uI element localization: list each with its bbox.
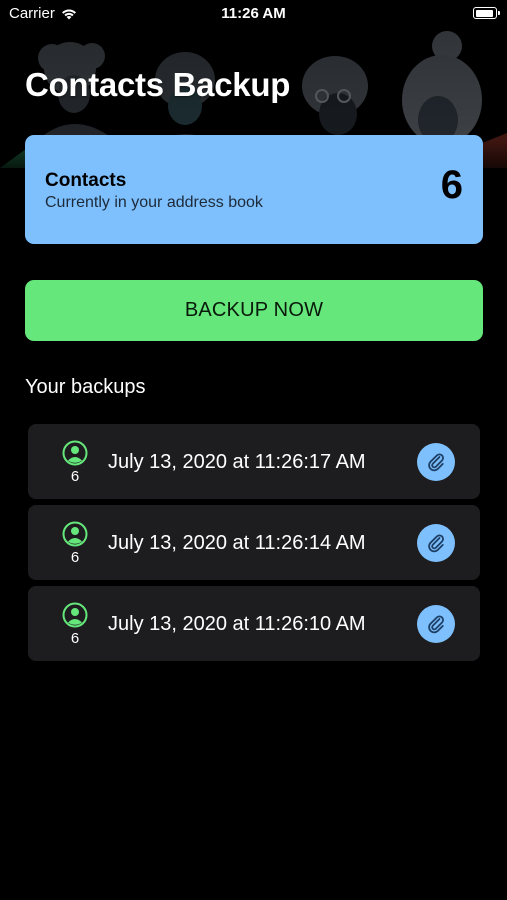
backup-contact-count: 6 [70,468,80,485]
backup-date: July 13, 2020 at 11:26:14 AM [108,532,366,554]
status-bar: Carrier 11:26 AM [0,0,507,28]
person-circle-icon [62,440,88,466]
person-circle-icon [62,521,88,547]
contacts-count: 6 [440,163,463,207]
attachment-button[interactable] [417,605,455,643]
backup-contact-count: 6 [70,549,80,566]
backup-list-item[interactable]: 6 July 13, 2020 at 11:26:14 AM [28,505,480,580]
backup-date: July 13, 2020 at 11:26:10 AM [108,613,366,635]
battery-icon [473,7,500,19]
battery-level [475,9,493,17]
backup-contact-count: 6 [70,630,80,647]
person-circle-icon [62,602,88,628]
backup-list-item[interactable]: 6 July 13, 2020 at 11:26:17 AM [28,424,480,499]
backup-list: 6 July 13, 2020 at 11:26:17 AM 6 July 13… [28,424,480,667]
paperclip-icon [428,453,444,472]
backup-list-item[interactable]: 6 July 13, 2020 at 11:26:10 AM [28,586,480,661]
backups-section-title: Your backups [25,376,146,398]
attachment-button[interactable] [417,524,455,562]
status-time: 11:26 AM [221,5,286,22]
contacts-summary-card: Contacts Currently in your address book … [25,135,483,244]
page-title: Contacts Backup [25,66,291,103]
contacts-card-subtitle: Currently in your address book [45,194,263,211]
attachment-button[interactable] [417,443,455,481]
paperclip-icon [428,615,444,634]
paperclip-icon [428,534,444,553]
contacts-card-title: Contacts [45,170,127,191]
backup-now-button[interactable]: BACKUP NOW [25,280,483,341]
backup-date: July 13, 2020 at 11:26:17 AM [108,451,366,473]
